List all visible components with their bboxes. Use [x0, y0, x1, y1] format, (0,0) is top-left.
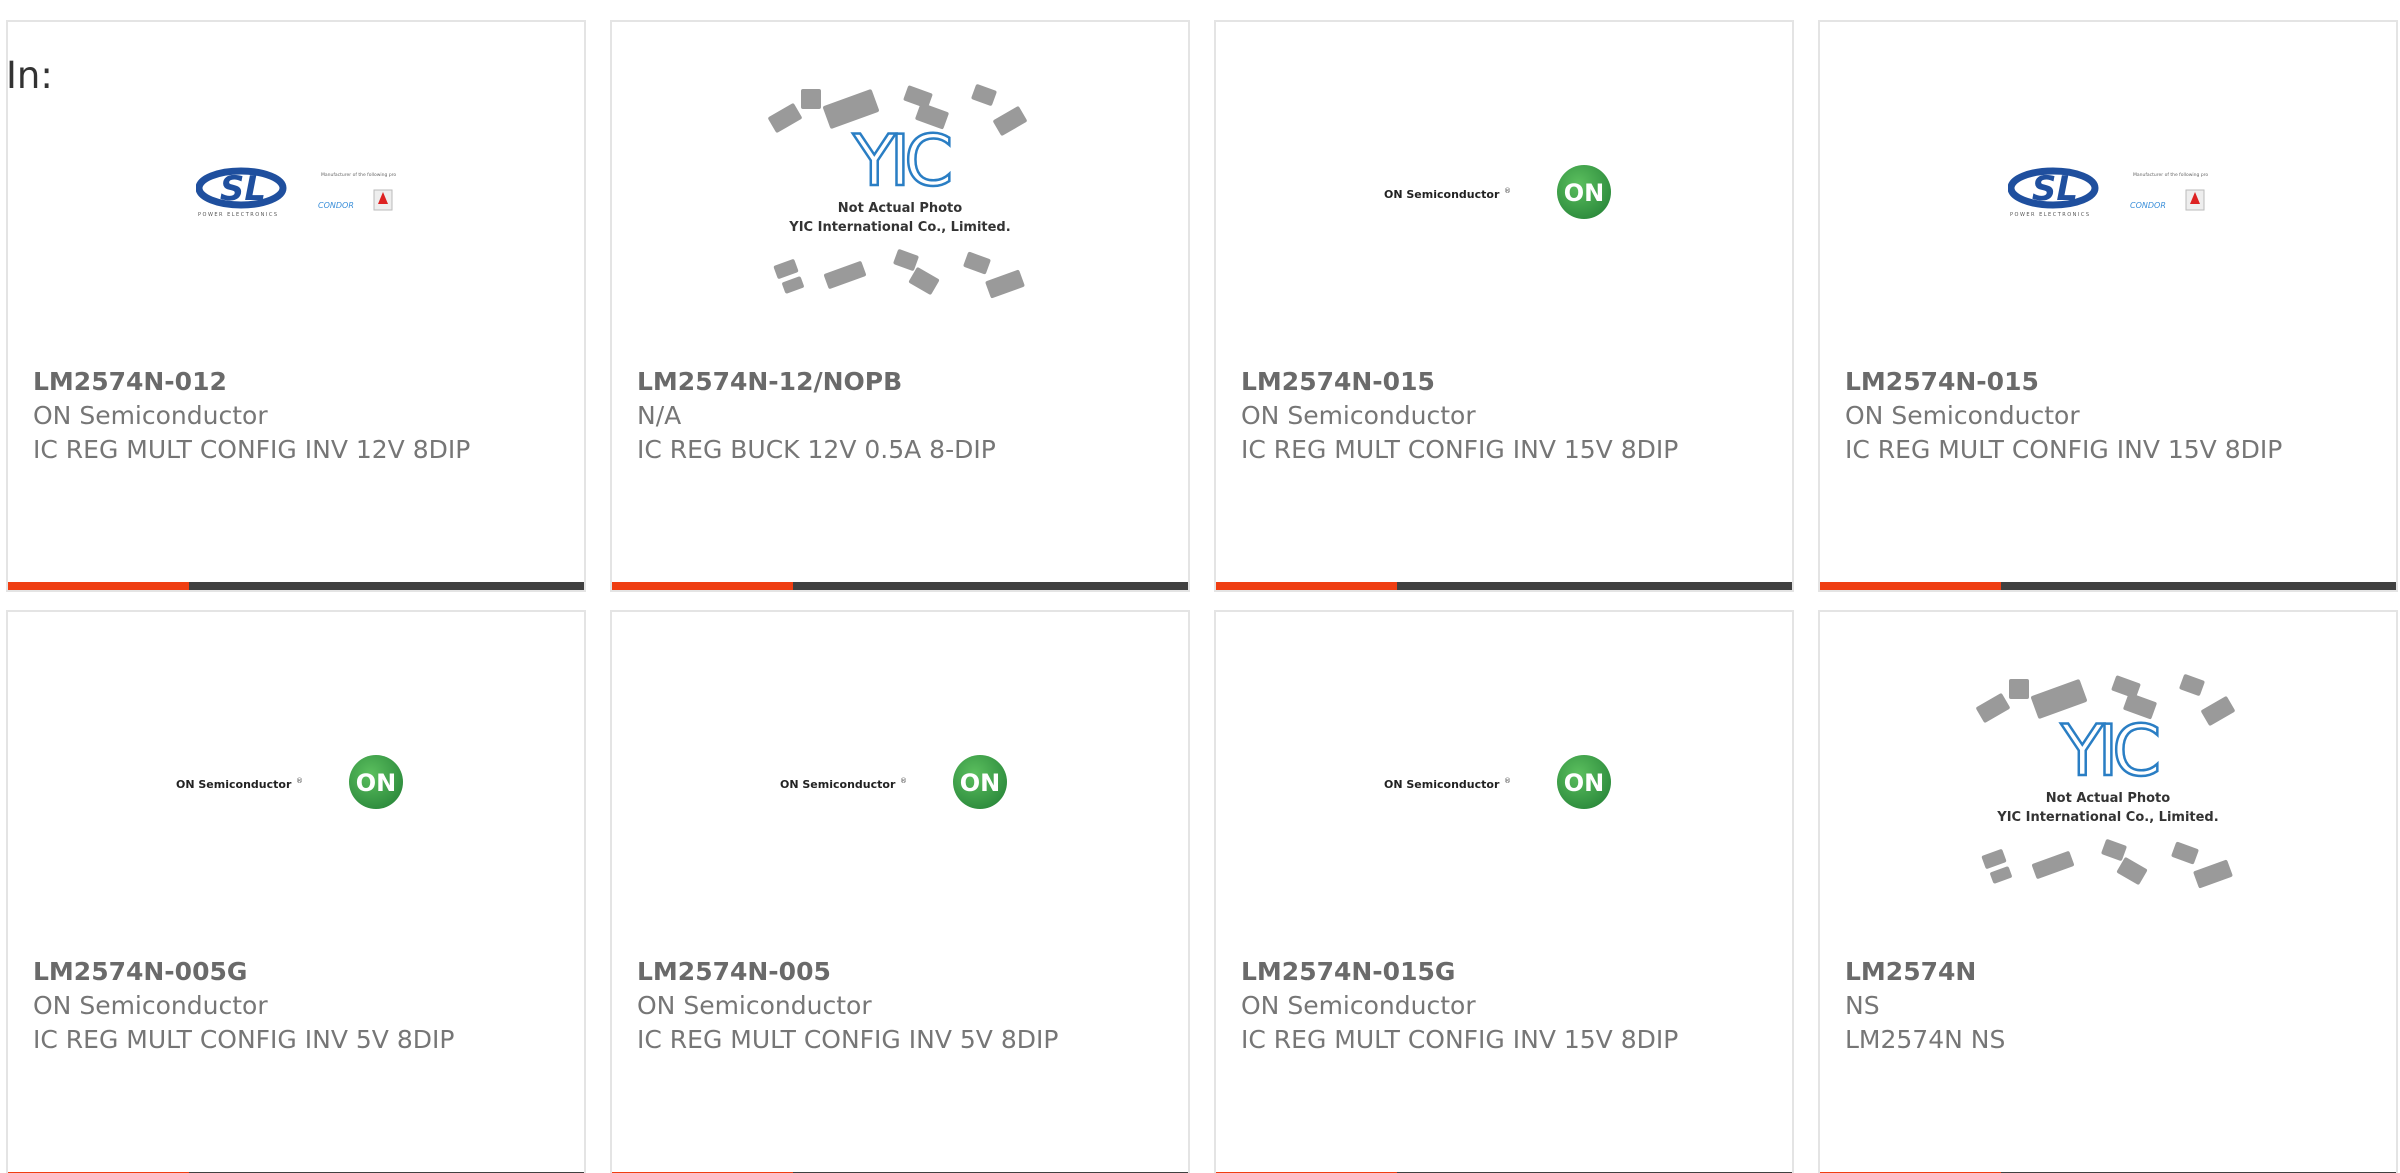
- manufacturer: ON Semiconductor: [637, 991, 872, 1020]
- manufacturer: ON Semiconductor: [33, 401, 268, 430]
- product-info: LM2574N NS LM2574N NS: [1845, 955, 2376, 1057]
- description: IC REG MULT CONFIG INV 5V 8DIP: [637, 1025, 1059, 1054]
- part-number-link[interactable]: LM2574N-015G: [1241, 955, 1772, 989]
- svg-text:CONDOR: CONDOR: [318, 201, 354, 210]
- svg-text:YIC International Co., Limited: YIC International Co., Limited.: [1996, 810, 2218, 825]
- svg-text:®: ®: [1504, 777, 1511, 785]
- product-image[interactable]: ON Semiconductor ® ON: [1216, 22, 1792, 362]
- description: IC REG MULT CONFIG INV 12V 8DIP: [33, 435, 471, 464]
- manufacturer: N/A: [637, 401, 682, 430]
- on-semiconductor-logo: ON Semiconductor ® ON: [780, 755, 1007, 809]
- part-number-link[interactable]: LM2574N-005: [637, 955, 1168, 989]
- product-info: LM2574N-005 ON Semiconductor IC REG MULT…: [637, 955, 1168, 1057]
- on-semiconductor-logo: ON Semiconductor ® ON: [1384, 165, 1611, 219]
- svg-text:POWER ELECTRONICS: POWER ELECTRONICS: [2010, 212, 2091, 218]
- product-info: LM2574N-12/NOPB N/A IC REG BUCK 12V 0.5A…: [637, 365, 1168, 467]
- on-semiconductor-logo: ON Semiconductor ® ON: [1384, 755, 1611, 809]
- svg-text:ON Semiconductor: ON Semiconductor: [176, 778, 292, 791]
- on-semiconductor-logo: ON Semiconductor ® ON: [176, 755, 403, 809]
- svg-text:ON: ON: [356, 769, 397, 797]
- svg-text:ON: ON: [1564, 179, 1605, 207]
- svg-text:Manufacturer of the following: Manufacturer of the following product br…: [321, 172, 396, 178]
- product-image[interactable]: ON Semiconductor ® ON: [612, 612, 1188, 952]
- svg-text:ON Semiconductor: ON Semiconductor: [1384, 778, 1500, 791]
- manufacturer: ON Semiconductor: [1241, 991, 1476, 1020]
- card-bar-accent: [1820, 582, 2002, 590]
- card-bottom-bar: [612, 582, 1188, 590]
- description: IC REG MULT CONFIG INV 15V 8DIP: [1845, 435, 2283, 464]
- svg-text:YIC: YIC: [852, 120, 950, 202]
- svg-text:SL: SL: [220, 169, 266, 209]
- manufacturer: ON Semiconductor: [1241, 401, 1476, 430]
- svg-text:YIC International Co., Limited: YIC International Co., Limited.: [788, 220, 1010, 235]
- product-image[interactable]: ON Semiconductor ® ON: [8, 612, 584, 952]
- sl-power-electronics-logo: SL POWER ELECTRONICS Manufacturer of the…: [2008, 167, 2208, 218]
- product-grid: SL POWER ELECTRONICS Manufacturer of the…: [6, 20, 2398, 1173]
- svg-text:ON: ON: [960, 769, 1001, 797]
- manufacturer: NS: [1845, 991, 1880, 1020]
- product-card[interactable]: ON Semiconductor ® ON LM2574N-005 ON Sem…: [610, 610, 1190, 1173]
- product-card[interactable]: ON Semiconductor ® ON LM2574N-015 ON Sem…: [1214, 20, 1794, 592]
- card-bar-accent: [612, 582, 794, 590]
- part-number-link[interactable]: LM2574N-005G: [33, 955, 564, 989]
- product-image[interactable]: SL POWER ELECTRONICS Manufacturer of the…: [1820, 22, 2396, 362]
- manufacturer: ON Semiconductor: [1845, 401, 2080, 430]
- product-card[interactable]: ON Semiconductor ® ON LM2574N-015G ON Se…: [1214, 610, 1794, 1173]
- part-number-link[interactable]: LM2574N-015: [1241, 365, 1772, 399]
- card-bottom-bar: [1216, 582, 1792, 590]
- svg-text:Manufacturer of the following: Manufacturer of the following product br…: [2133, 172, 2208, 178]
- description: IC REG MULT CONFIG INV 15V 8DIP: [1241, 1025, 1679, 1054]
- part-number-link[interactable]: LM2574N-12/NOPB: [637, 365, 1168, 399]
- filter-in-label: In:: [6, 54, 53, 97]
- svg-text:Not Actual Photo: Not Actual Photo: [838, 201, 962, 216]
- card-bottom-bar: [1820, 582, 2396, 590]
- product-info: LM2574N-015G ON Semiconductor IC REG MUL…: [1241, 955, 1772, 1057]
- svg-text:SL: SL: [2032, 169, 2078, 209]
- product-image[interactable]: YIC Not Actual Photo YIC International C…: [612, 22, 1188, 362]
- description: IC REG BUCK 12V 0.5A 8-DIP: [637, 435, 996, 464]
- card-bar-accent: [8, 582, 190, 590]
- product-info: LM2574N-015 ON Semiconductor IC REG MULT…: [1241, 365, 1772, 467]
- product-info: LM2574N-015 ON Semiconductor IC REG MULT…: [1845, 365, 2376, 467]
- product-card[interactable]: ON Semiconductor ® ON LM2574N-005G ON Se…: [6, 610, 586, 1173]
- svg-text:CONDOR: CONDOR: [2130, 201, 2166, 210]
- svg-text:POWER ELECTRONICS: POWER ELECTRONICS: [198, 212, 279, 218]
- product-info: LM2574N-005G ON Semiconductor IC REG MUL…: [33, 955, 564, 1057]
- part-number-link[interactable]: LM2574N: [1845, 955, 2376, 989]
- product-image[interactable]: YIC Not Actual Photo YIC International C…: [1820, 612, 2396, 952]
- part-number-link[interactable]: LM2574N-012: [33, 365, 564, 399]
- product-image[interactable]: ON Semiconductor ® ON: [1216, 612, 1792, 952]
- product-info: LM2574N-012 ON Semiconductor IC REG MULT…: [33, 365, 564, 467]
- description: IC REG MULT CONFIG INV 5V 8DIP: [33, 1025, 455, 1054]
- description: IC REG MULT CONFIG INV 15V 8DIP: [1241, 435, 1679, 464]
- part-number-link[interactable]: LM2574N-015: [1845, 365, 2376, 399]
- product-card[interactable]: YIC Not Actual Photo YIC International C…: [1818, 610, 2398, 1173]
- svg-text:YIC: YIC: [2060, 710, 2158, 792]
- description: LM2574N NS: [1845, 1025, 2006, 1054]
- svg-text:®: ®: [900, 777, 907, 785]
- product-card[interactable]: SL POWER ELECTRONICS Manufacturer of the…: [1818, 20, 2398, 592]
- product-image[interactable]: SL POWER ELECTRONICS Manufacturer of the…: [8, 22, 584, 362]
- svg-text:Not Actual Photo: Not Actual Photo: [2046, 791, 2170, 806]
- svg-text:®: ®: [1504, 187, 1511, 195]
- svg-text:®: ®: [296, 777, 303, 785]
- product-card[interactable]: YIC Not Actual Photo YIC International C…: [610, 20, 1190, 592]
- manufacturer: ON Semiconductor: [33, 991, 268, 1020]
- product-card[interactable]: SL POWER ELECTRONICS Manufacturer of the…: [6, 20, 586, 592]
- svg-text:ON Semiconductor: ON Semiconductor: [1384, 188, 1500, 201]
- yic-not-actual-photo-placeholder: YIC Not Actual Photo YIC International C…: [1976, 674, 2235, 889]
- card-bar-accent: [1216, 582, 1398, 590]
- yic-not-actual-photo-placeholder: YIC Not Actual Photo YIC International C…: [768, 84, 1027, 299]
- sl-power-electronics-logo: SL POWER ELECTRONICS Manufacturer of the…: [196, 167, 396, 218]
- svg-text:ON: ON: [1564, 769, 1605, 797]
- card-bottom-bar: [8, 582, 584, 590]
- product-results-page: SL POWER ELECTRONICS Manufacturer of the…: [0, 0, 2400, 1173]
- svg-text:ON Semiconductor: ON Semiconductor: [780, 778, 896, 791]
